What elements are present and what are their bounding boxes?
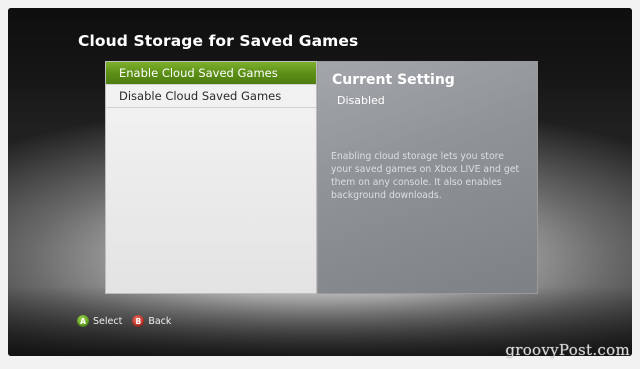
current-setting-value: Disabled (337, 94, 385, 107)
b-button-icon: B (132, 315, 145, 327)
menu-item-enable-cloud-saved-games[interactable]: Enable Cloud Saved Games (106, 62, 316, 85)
current-setting-heading: Current Setting (332, 72, 455, 88)
a-button-icon: A (77, 315, 89, 327)
setting-description: Enabling cloud storage lets you store yo… (331, 151, 520, 201)
controller-hints: A Select B Back (77, 315, 181, 327)
back-hint[interactable]: B Back (132, 315, 171, 327)
options-menu: Enable Cloud Saved Games Disable Cloud S… (105, 61, 317, 294)
watermark: groovyPost.com (505, 341, 630, 359)
select-hint[interactable]: A Select (77, 315, 122, 327)
select-label: Select (93, 315, 123, 327)
back-label: Back (148, 315, 172, 327)
menu-item-disable-cloud-saved-games[interactable]: Disable Cloud Saved Games (106, 85, 316, 108)
current-setting-panel: Current Setting Disabled Enabling cloud … (317, 61, 538, 294)
xbox-dashboard-screen: Cloud Storage for Saved Games Enable Clo… (8, 8, 632, 356)
page-title: Cloud Storage for Saved Games (78, 32, 359, 50)
